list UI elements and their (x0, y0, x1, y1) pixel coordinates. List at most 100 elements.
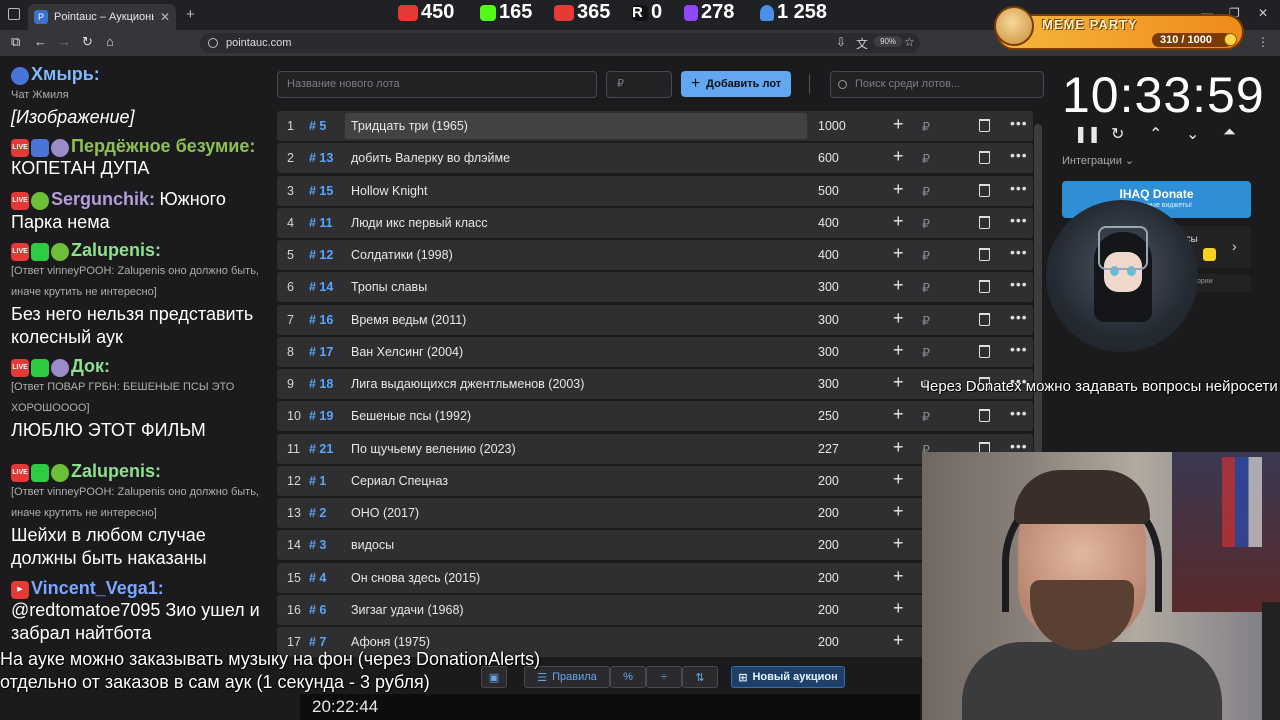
add-amount-icon[interactable]: + (893, 340, 904, 361)
lot-name[interactable]: Тридцать три (1965) (351, 119, 468, 133)
ruble-icon[interactable]: ₽ (922, 280, 930, 295)
site-info-icon[interactable] (208, 38, 218, 48)
close-tab-icon[interactable]: ✕ (160, 10, 170, 24)
forward-icon[interactable]: → (58, 34, 71, 49)
ruble-icon[interactable]: ₽ (922, 248, 930, 263)
chevron-down-icon[interactable]: ⌄ (1186, 124, 1199, 144)
lot-row[interactable]: 6 # 14 Тропы славы 300 + ₽ ••• (277, 272, 1033, 303)
add-amount-icon[interactable]: + (893, 566, 904, 587)
lot-name[interactable]: Сериал Спецназ (351, 474, 448, 488)
install-app-icon[interactable]: ⇩ (836, 35, 846, 49)
lot-name[interactable]: По щучьему велению (2023) (351, 442, 516, 456)
lot-row[interactable]: 8 # 17 Ван Хелсинг (2004) 300 + ₽ ••• (277, 336, 1033, 367)
reload-icon[interactable]: ↻ (82, 34, 93, 50)
ruble-icon[interactable]: ₽ (922, 409, 930, 424)
lot-name[interactable]: Ван Хелсинг (2004) (351, 345, 463, 359)
lot-name[interactable]: Он снова здесь (2015) (351, 571, 480, 585)
lot-name[interactable]: видосы (351, 538, 394, 552)
delete-icon[interactable] (979, 248, 990, 261)
more-options-icon[interactable]: ••• (1010, 115, 1028, 131)
lot-name[interactable]: Hollow Knight (351, 184, 427, 198)
lot-row[interactable]: 10 # 19 Бешеные псы (1992) 250 + ₽ ••• (277, 401, 1033, 432)
more-options-icon[interactable]: ••• (1010, 341, 1028, 357)
ruble-icon[interactable]: ₽ (922, 151, 930, 166)
add-amount-icon[interactable]: + (893, 533, 904, 554)
lot-row[interactable]: 1 # 5 Тридцать три (1965) 1000 + ₽ ••• (277, 111, 1033, 141)
lot-row[interactable]: 15# 4Он снова здесь (2015)200+₽••• (277, 562, 1033, 593)
more-options-icon[interactable]: ••• (1010, 147, 1028, 163)
lot-name[interactable]: Люди икс первый класс (351, 216, 487, 230)
lot-row[interactable]: 2 # 13 добить Валерку во флэйме 600 + ₽ ••• (277, 143, 1033, 174)
pause-icon[interactable]: ❚❚ (1074, 124, 1101, 144)
add-amount-icon[interactable]: + (893, 275, 904, 296)
delete-icon[interactable] (979, 409, 990, 423)
lot-row[interactable]: 11 # 21 По щучьему велению (2023) 227 + ₽ ••• (277, 433, 1033, 464)
percent-button[interactable]: % (610, 666, 646, 688)
lot-name[interactable]: добить Валерку во флэйме (351, 151, 510, 165)
add-amount-icon[interactable]: + (893, 146, 904, 167)
add-amount-icon[interactable]: + (893, 243, 904, 264)
split-icon[interactable]: ÷ (646, 666, 682, 688)
ruble-icon[interactable]: ₽ (922, 216, 930, 231)
lots-scrollbar[interactable] (1034, 124, 1042, 454)
more-options-icon[interactable]: ••• (1010, 212, 1028, 228)
zoom-level[interactable]: 90% (874, 36, 903, 47)
collapse-up-icon[interactable]: ⏶ (1223, 124, 1236, 142)
lot-search-input[interactable]: Поиск среди лотов... (830, 71, 1044, 98)
favorite-star-icon[interactable]: ☆ (904, 35, 915, 49)
add-amount-icon[interactable]: + (893, 211, 904, 232)
integrations-dropdown[interactable]: Интеграции ⌄ (1062, 154, 1134, 167)
chevron-up-icon[interactable]: ⌃ (1149, 124, 1162, 144)
delete-icon[interactable] (979, 280, 990, 294)
lot-row[interactable]: 16# 6Зигзаг удачи (1968)200+₽••• (277, 594, 1033, 625)
lot-name[interactable]: ОНО (2017) (351, 506, 419, 520)
url-field[interactable]: pointauc.com (200, 33, 920, 53)
delete-icon[interactable] (979, 215, 990, 229)
more-options-icon[interactable]: ••• (1010, 309, 1028, 325)
add-amount-icon[interactable]: + (893, 179, 904, 200)
sort-icon[interactable]: ⇅ (682, 666, 718, 688)
ruble-icon[interactable]: ₽ (922, 119, 930, 134)
lot-row[interactable]: 5 # 12 Солдатики (1998) 400 + ₽ ••• (277, 240, 1033, 270)
add-amount-icon[interactable]: + (893, 630, 904, 651)
translate-icon[interactable]: 文 (856, 35, 868, 52)
lot-row[interactable]: 7 # 16 Время ведьм (2011) 300 + ₽ ••• (277, 304, 1033, 335)
collections-icon[interactable]: ⧉ (11, 34, 20, 50)
more-options-icon[interactable]: ••• (1010, 276, 1028, 292)
add-amount-icon[interactable]: + (893, 372, 904, 393)
lot-name[interactable]: Зигзаг удачи (1968) (351, 603, 464, 617)
new-auction-button[interactable]: ⊞ Новый аукцион (731, 666, 845, 688)
browser-tab[interactable]: P Pointauc – Аукционы, лотереи ✕ (28, 4, 176, 30)
more-options-icon[interactable]: ••• (1010, 244, 1028, 260)
reset-icon[interactable]: ↻ (1111, 124, 1124, 144)
back-icon[interactable]: ← (34, 34, 47, 49)
add-amount-icon[interactable]: + (893, 469, 904, 490)
lot-name[interactable]: Солдатики (1998) (351, 248, 453, 262)
lot-name[interactable]: Время ведьм (2011) (351, 313, 466, 327)
lot-row[interactable]: 4 # 11 Люди икс первый класс 400 + ₽ ••• (277, 207, 1033, 238)
more-menu-icon[interactable]: ⋮ (1257, 35, 1269, 49)
delete-icon[interactable] (979, 183, 990, 197)
add-amount-icon[interactable]: + (893, 114, 904, 135)
lot-name[interactable]: Лига выдающихся джентльменов (2003) (351, 377, 584, 391)
lot-row[interactable]: 14# 3видосы200+₽••• (277, 530, 1033, 561)
add-amount-icon[interactable]: + (893, 404, 904, 425)
ruble-icon[interactable]: ₽ (922, 345, 930, 360)
delete-icon[interactable] (979, 119, 990, 132)
lot-row[interactable]: 13# 2ОНО (2017)200+₽••• (277, 498, 1033, 528)
ruble-icon[interactable]: ₽ (922, 184, 930, 199)
delete-icon[interactable] (979, 312, 990, 326)
new-lot-input[interactable]: Название нового лота (277, 71, 597, 98)
add-amount-icon[interactable]: + (893, 598, 904, 619)
lot-name[interactable]: Афоня (1975) (351, 635, 430, 649)
close-window-icon[interactable]: ✕ (1258, 6, 1268, 20)
home-icon[interactable]: ⌂ (106, 34, 114, 49)
more-options-icon[interactable]: ••• (1010, 405, 1028, 421)
add-amount-icon[interactable]: + (893, 501, 904, 522)
lot-name[interactable]: Бешеные псы (1992) (351, 409, 471, 423)
amount-input[interactable]: ₽ (606, 71, 672, 98)
lot-name[interactable]: Тропы славы (351, 280, 427, 294)
add-amount-icon[interactable]: + (893, 308, 904, 329)
ruble-icon[interactable]: ₽ (922, 313, 930, 328)
delete-icon[interactable] (979, 151, 990, 165)
